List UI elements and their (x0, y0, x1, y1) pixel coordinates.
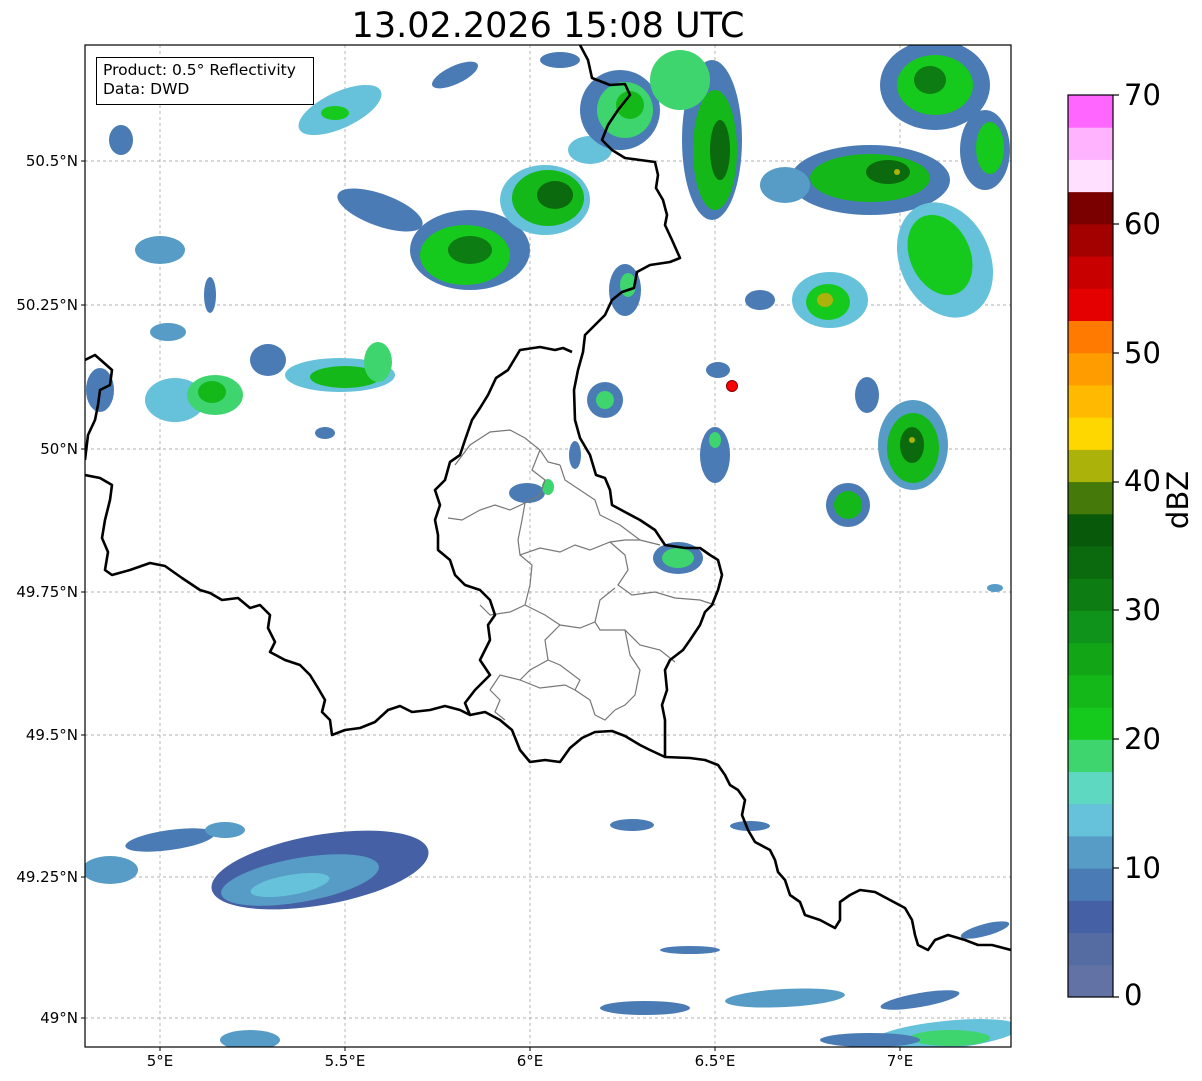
colorbar-segment (1068, 707, 1113, 740)
colorbar-segment (1068, 642, 1113, 676)
lon-label: 6°E (516, 1052, 544, 1070)
lat-label: 49.25°N (16, 868, 78, 886)
colorbar-segment (1068, 771, 1113, 805)
lat-label: 50.5°N (25, 152, 78, 170)
colorbar-segment (1068, 578, 1113, 611)
colorbar-segment (1068, 900, 1113, 934)
colorbar-tick-label: 20 (1124, 722, 1161, 756)
colorbar-segment (1068, 352, 1113, 386)
colorbar-segment (1068, 191, 1113, 225)
colorbar-segment (1068, 610, 1113, 644)
lat-label: 49°N (40, 1009, 78, 1027)
colorbar-segment (1068, 417, 1113, 450)
colorbar-tick-label: 70 (1124, 78, 1161, 112)
colorbar-tick-label: 10 (1124, 851, 1161, 885)
colorbar-segment (1068, 288, 1113, 321)
colorbar-segment (1068, 513, 1113, 547)
lon-label: 5°E (146, 1052, 174, 1070)
colorbar-segment (1068, 320, 1113, 354)
colorbar-segment (1068, 964, 1113, 998)
echo-cluster-east (509, 362, 1003, 592)
lat-label: 50.25°N (16, 296, 78, 314)
colorbar-segment (1068, 932, 1113, 966)
radar-map (81, 44, 1119, 1051)
lon-label: 7°E (886, 1052, 914, 1070)
colorbar-segment (1068, 835, 1113, 869)
colorbar-segment (1068, 256, 1113, 289)
colorbar-segment (1068, 803, 1113, 837)
colorbar-segment (1068, 481, 1113, 515)
data-source-label: Data: DWD (103, 80, 190, 98)
product-info-box: Product: 0.5° Reflectivity Data: DWD (96, 57, 314, 105)
reflectivity-echoes (85, 45, 1011, 1047)
lat-label: 49.75°N (16, 583, 78, 601)
axis-tick-marks (81, 160, 901, 1051)
echo-cluster-north (337, 52, 660, 316)
colorbar-tick-marks (1113, 94, 1119, 998)
colorbar-tick-label: 50 (1124, 336, 1161, 370)
colorbar-segment (1068, 739, 1113, 772)
colorbar-segment (1068, 449, 1113, 483)
colorbar-segment (1068, 223, 1113, 257)
colorbar-segment (1068, 546, 1113, 579)
colorbar-tick-label: 40 (1124, 464, 1161, 498)
colorbar-label: dBZ (1161, 470, 1195, 530)
lon-label: 6.5°E (694, 1052, 736, 1070)
lat-label: 49.5°N (25, 726, 78, 744)
echo-band-southwest (85, 822, 429, 1047)
colorbar-segment (1068, 868, 1113, 901)
echo-cluster-northeast (650, 45, 1010, 328)
colorbar-tick-label: 30 (1124, 593, 1161, 627)
colorbar-segment (1068, 95, 1113, 128)
colorbar-tick-label: 60 (1124, 207, 1161, 241)
colorbar-segment (1068, 674, 1113, 708)
echo-band-west (86, 342, 395, 439)
colorbar-tick-label: 0 (1124, 978, 1143, 1012)
lon-label: 5.5°E (324, 1052, 366, 1070)
radar-site-marker (726, 380, 738, 392)
colorbar-segment (1068, 159, 1113, 193)
lat-label: 50°N (40, 440, 78, 458)
colorbar-segment (1068, 384, 1113, 418)
colorbar (1068, 95, 1113, 998)
product-label: Product: 0.5° Reflectivity (103, 61, 296, 79)
colorbar-segment (1068, 127, 1113, 160)
